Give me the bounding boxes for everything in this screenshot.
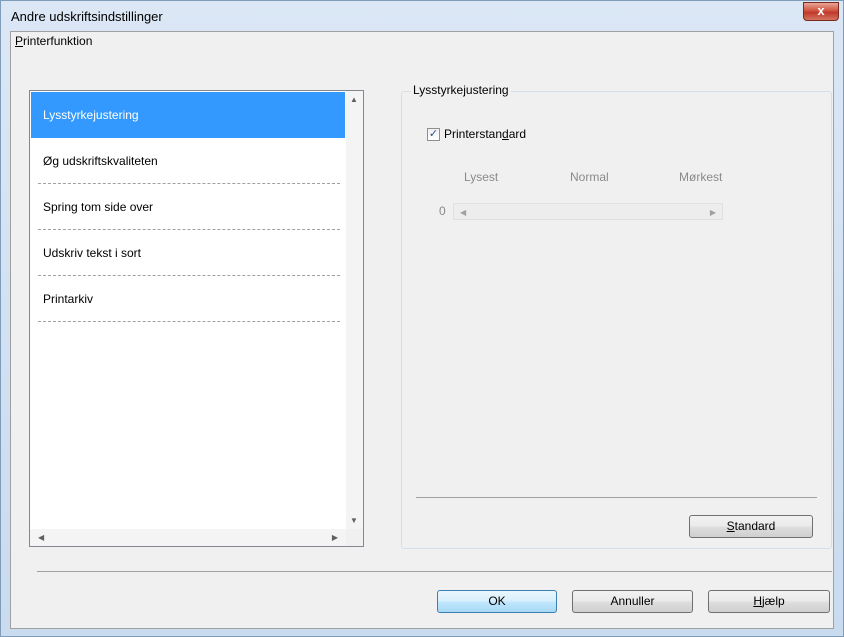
- close-button[interactable]: x: [803, 2, 839, 21]
- brightness-slider[interactable]: ◀ ▶: [453, 203, 723, 220]
- triangle-left-icon[interactable]: ◀: [460, 208, 466, 217]
- triangle-up-icon[interactable]: ▲: [350, 95, 358, 104]
- close-icon: x: [817, 3, 825, 18]
- scale-label-lightest: Lysest: [464, 170, 499, 184]
- list-item-label: Lysstyrkejustering: [43, 108, 139, 122]
- triangle-right-icon[interactable]: ▶: [710, 208, 716, 217]
- brightness-value: 0: [439, 204, 446, 218]
- cancel-button[interactable]: Annuller: [572, 590, 693, 613]
- list-item-udskriv-tekst-i-sort[interactable]: Udskriv tekst i sort: [31, 230, 345, 276]
- standard-button[interactable]: Standard: [689, 515, 813, 538]
- title-bar[interactable]: Andre udskriftsindstillinger x: [1, 1, 843, 31]
- scrollbar-corner: [346, 529, 363, 546]
- printer-function-list[interactable]: Lysstyrkejustering Øg udskriftskvalitete…: [29, 90, 364, 547]
- list-item-printarkiv[interactable]: Printarkiv: [31, 276, 345, 322]
- scale-label-normal: Normal: [570, 170, 609, 184]
- group-divider: [416, 497, 817, 498]
- brightness-group-box: [401, 91, 832, 549]
- brightness-group-title: Lysstyrkejustering: [411, 83, 511, 97]
- window-title: Andre udskriftsindstillinger: [11, 9, 163, 24]
- list-item-label: Spring tom side over: [43, 200, 154, 214]
- triangle-left-icon[interactable]: ◀: [38, 533, 44, 542]
- printer-function-label: Printerfunktion: [15, 34, 93, 48]
- list-item-label: Øg udskriftskvaliteten: [43, 154, 158, 168]
- ok-button[interactable]: OK: [437, 590, 557, 613]
- list-item-lysstyrkejustering[interactable]: Lysstyrkejustering: [31, 92, 345, 138]
- triangle-right-icon[interactable]: ▶: [332, 533, 338, 542]
- horizontal-scrollbar[interactable]: ◀ ▶: [30, 529, 346, 546]
- list-item-oeg-udskriftskvaliteten[interactable]: Øg udskriftskvaliteten: [31, 138, 345, 184]
- list-item-label: Udskriv tekst i sort: [43, 246, 142, 260]
- footer-separator: [37, 571, 832, 572]
- list-separator: [38, 321, 340, 322]
- list-item-spring-tom-side-over[interactable]: Spring tom side over: [31, 184, 345, 230]
- dialog-window: Andre udskriftsindstillinger x Printerfu…: [0, 0, 844, 637]
- triangle-down-icon[interactable]: ▼: [350, 516, 358, 525]
- list-item-label: Printarkiv: [43, 292, 94, 306]
- vertical-scrollbar[interactable]: ▲ ▼: [346, 91, 363, 529]
- printer-default-checkbox[interactable]: ✓: [427, 128, 440, 141]
- checkmark-icon: ✓: [428, 128, 439, 140]
- help-button[interactable]: Hjælp: [708, 590, 830, 613]
- scale-label-darkest: Mørkest: [679, 170, 723, 184]
- printer-default-label[interactable]: Printerstandard: [444, 127, 526, 141]
